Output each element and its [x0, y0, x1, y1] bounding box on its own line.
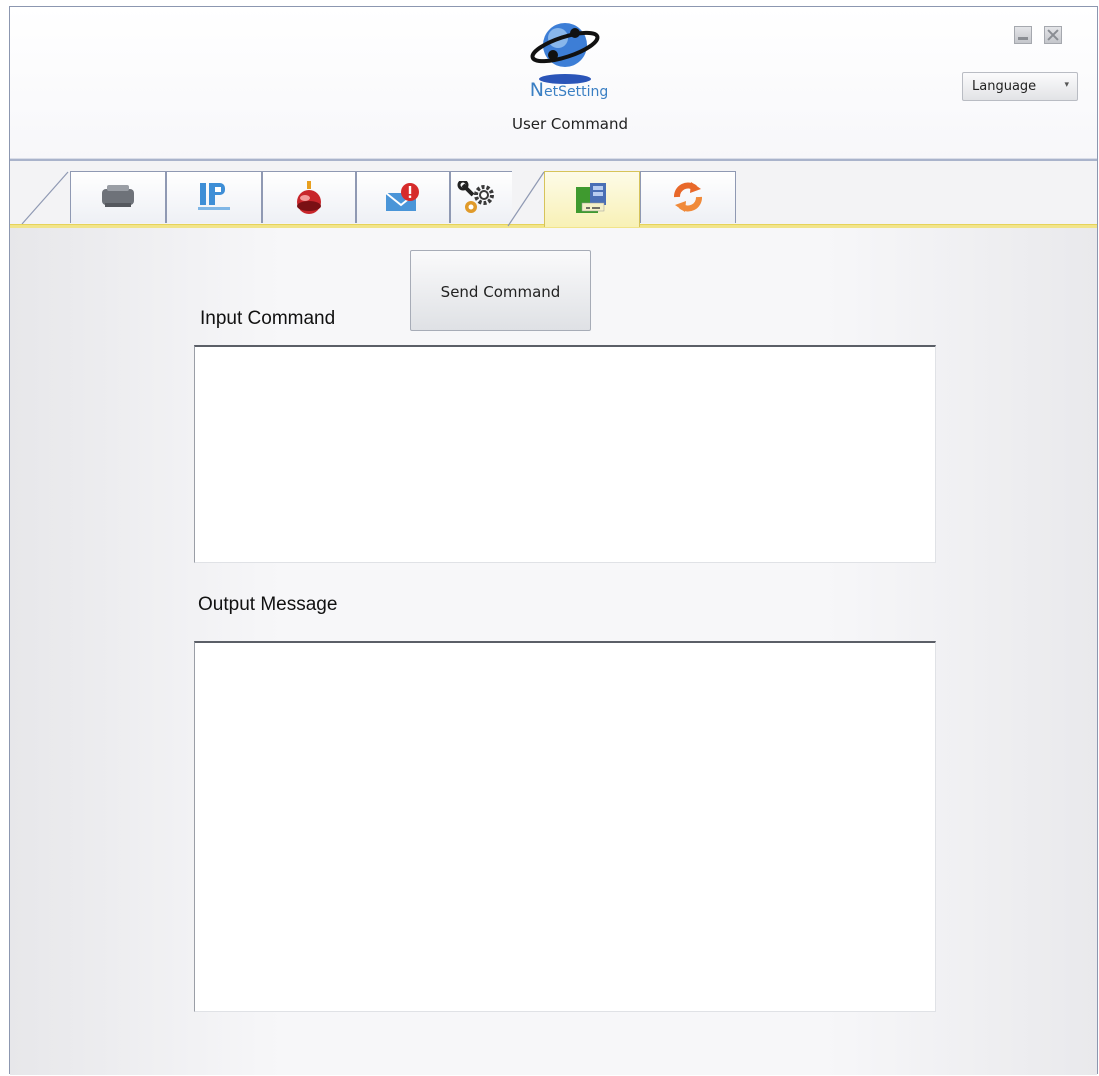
input-command-label: Input Command: [200, 308, 336, 329]
header: NetSetting User Command Language ▾: [10, 7, 1097, 161]
gears-icon: [457, 181, 494, 213]
chevron-down-icon: ▾: [1064, 80, 1069, 90]
language-dropdown[interactable]: Language ▾: [962, 72, 1078, 101]
tab-settings[interactable]: [450, 171, 512, 223]
output-message-textarea[interactable]: [194, 641, 936, 1012]
tab-user-command[interactable]: [544, 171, 640, 227]
brand-name: NetSetting: [519, 79, 619, 101]
input-command-textarea[interactable]: [194, 345, 936, 563]
brand-initial: N: [529, 79, 544, 101]
language-label: Language: [972, 79, 1037, 94]
minimize-button[interactable]: [1014, 26, 1032, 44]
tab-alert[interactable]: [262, 171, 356, 223]
user-command-panel: Send Command Input Command Output Messag…: [10, 228, 1097, 1075]
alert-siren-icon: [297, 181, 321, 214]
user-command-key-icon: [576, 183, 606, 213]
close-button[interactable]: [1044, 26, 1062, 44]
tab-edge-slant: [507, 171, 545, 227]
app-window: NetSetting User Command Language ▾ Send …: [9, 6, 1098, 1075]
page-subtitle: User Command: [511, 115, 629, 133]
refresh-icon: [674, 182, 702, 212]
tab-ip-network[interactable]: [166, 171, 262, 223]
mail-alert-icon: [385, 183, 419, 211]
ip-network-icon: [198, 183, 230, 210]
netsetting-logo-icon: [530, 23, 600, 84]
tab-mail-alert[interactable]: [356, 171, 450, 223]
tab-refresh[interactable]: [640, 171, 736, 223]
brand-rest: etSetting: [543, 84, 609, 100]
tab-edge-left: [21, 171, 69, 225]
tab-bar: [10, 161, 1097, 232]
send-command-button[interactable]: Send Command: [410, 250, 591, 331]
tab-printer[interactable]: [70, 171, 166, 223]
output-message-label: Output Message: [198, 594, 338, 615]
printer-icon: [102, 185, 134, 207]
